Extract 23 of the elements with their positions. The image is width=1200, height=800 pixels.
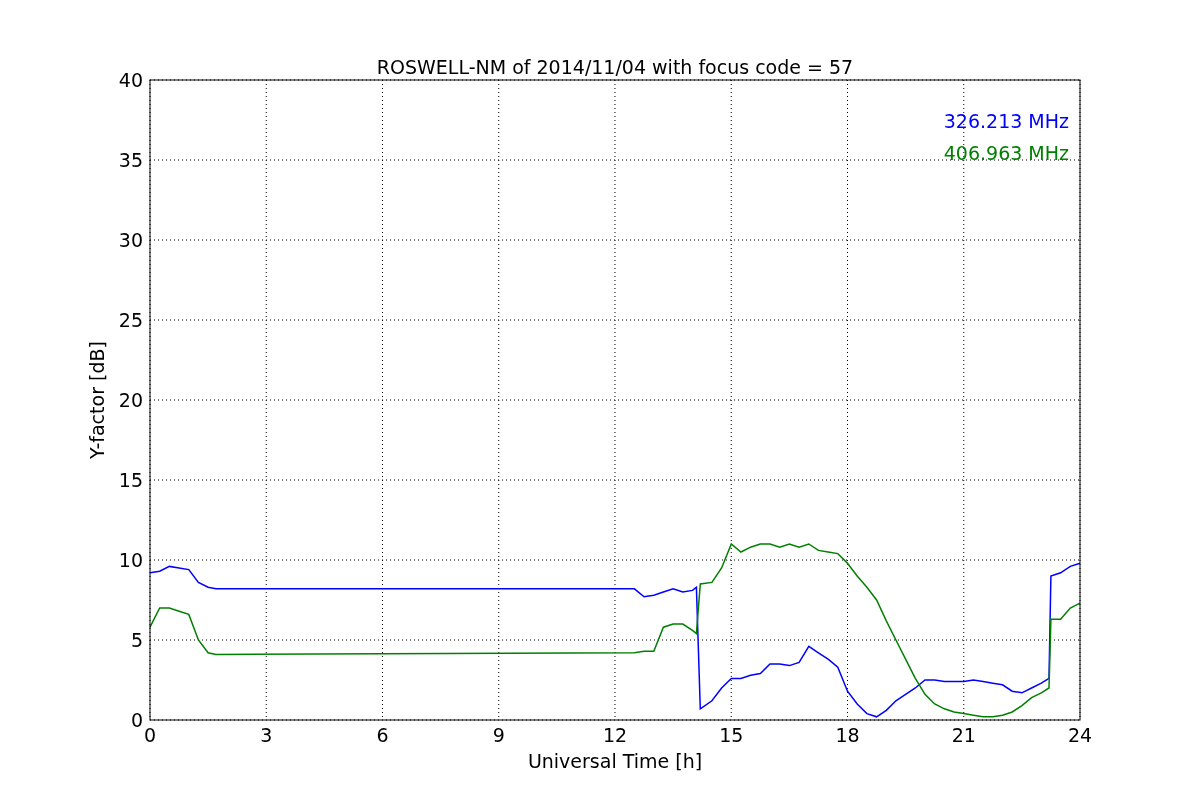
- tick-label: 18: [835, 724, 860, 746]
- legend-label: 326.213 MHz: [943, 110, 1069, 132]
- tick-label: 12: [602, 724, 628, 746]
- tick-label: 0: [130, 709, 143, 731]
- tick-label: 9: [492, 724, 505, 746]
- tick-label: 6: [376, 724, 389, 746]
- chart-title: ROSWELL-NM of 2014/11/04 with focus code = 57: [376, 56, 854, 78]
- tick-label: 15: [719, 724, 744, 746]
- tick-label: 30: [118, 229, 143, 251]
- tick-label: 24: [1067, 724, 1093, 746]
- axis-label: Universal Time [h]: [527, 750, 703, 772]
- tick-label: 20: [118, 389, 143, 411]
- tick-label: 40: [118, 69, 143, 91]
- tick-label: 35: [118, 149, 143, 171]
- tick-label: 5: [130, 629, 143, 651]
- tick-label: 21: [951, 724, 976, 746]
- legend-label: 406.963 MHz: [943, 142, 1069, 164]
- tick-label: 10: [118, 549, 143, 571]
- axis-label: Y-factor [dB]: [86, 341, 108, 459]
- tick-label: 3: [260, 724, 273, 746]
- tick-label: 0: [143, 724, 157, 746]
- tick-label: 15: [118, 469, 143, 491]
- tick-label: 25: [118, 309, 143, 331]
